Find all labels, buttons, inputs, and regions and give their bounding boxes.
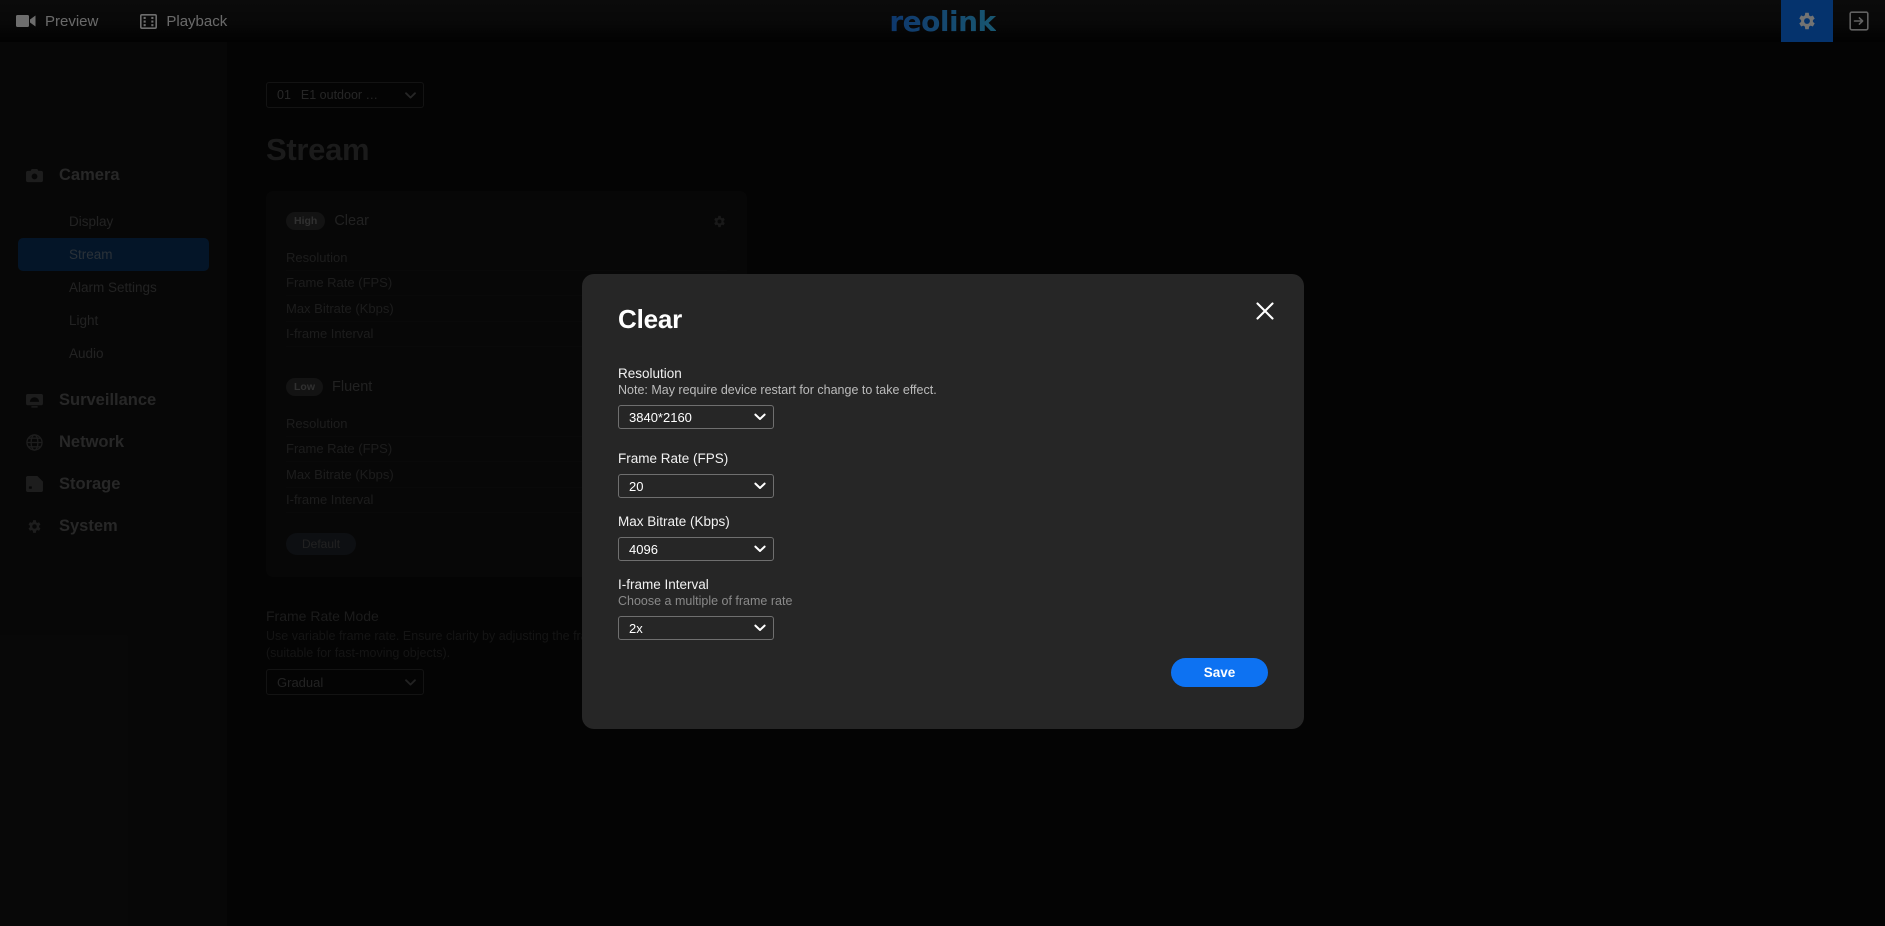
- field-resolution: Resolution Note: May require device rest…: [618, 366, 1268, 429]
- iframe-interval-select[interactable]: 2x: [618, 616, 774, 640]
- resolution-select[interactable]: 3840*2160: [618, 405, 774, 429]
- modal-title: Clear: [618, 304, 683, 334]
- chevron-down-icon: [754, 413, 766, 421]
- max-bitrate-value: 4096: [629, 541, 658, 557]
- chevron-down-icon: [754, 624, 766, 632]
- frame-rate-value: 20: [629, 478, 644, 494]
- field-resolution-label: Resolution: [618, 366, 682, 381]
- max-bitrate-select[interactable]: 4096: [618, 537, 774, 561]
- chevron-down-icon: [754, 482, 766, 490]
- field-iframe-interval-label: I-frame Interval: [618, 577, 709, 592]
- stream-settings-modal: Clear Resolution Note: May require devic…: [582, 274, 1304, 729]
- frame-rate-select[interactable]: 20: [618, 474, 774, 498]
- field-iframe-interval: I-frame Interval Choose a multiple of fr…: [618, 577, 1268, 640]
- field-frame-rate: Frame Rate (FPS) 20: [618, 451, 1268, 498]
- close-button[interactable]: [1250, 296, 1280, 326]
- field-max-bitrate-label: Max Bitrate (Kbps): [618, 514, 730, 529]
- iframe-interval-value: 2x: [629, 620, 643, 636]
- field-max-bitrate: Max Bitrate (Kbps) 4096: [618, 514, 1268, 561]
- close-icon: [1254, 300, 1276, 322]
- field-frame-rate-label: Frame Rate (FPS): [618, 451, 729, 466]
- resolution-value: 3840*2160: [629, 409, 692, 425]
- save-button[interactable]: Save: [1171, 658, 1268, 687]
- field-resolution-note: Note: May require device restart for cha…: [618, 383, 937, 397]
- field-iframe-interval-note: Choose a multiple of frame rate: [618, 594, 793, 608]
- chevron-down-icon: [754, 545, 766, 553]
